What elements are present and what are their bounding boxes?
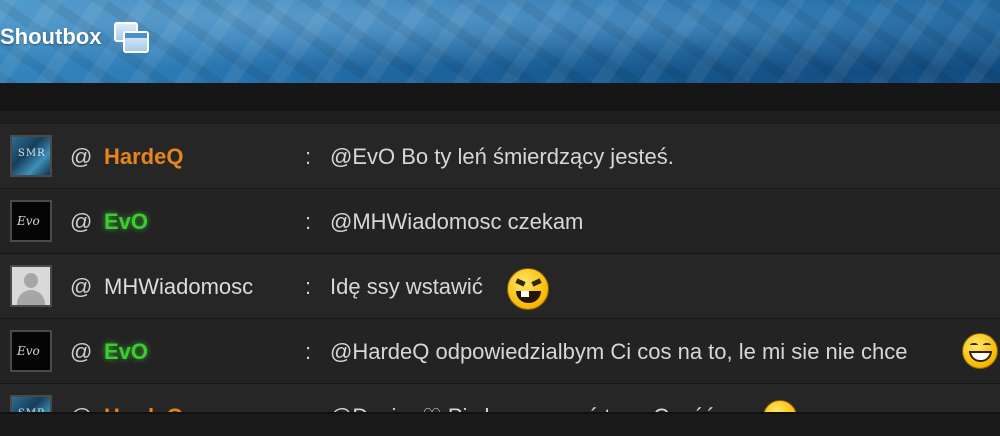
mention-button[interactable]: @ [70, 209, 92, 235]
separator: : [305, 339, 312, 364]
mention-button[interactable]: @ [70, 274, 92, 300]
separator: : [305, 404, 311, 412]
laughing-smiley-icon [962, 333, 998, 369]
message-row: @ HardeQ : @Desire ♡ Pis low ozy coś tam… [0, 384, 1000, 412]
username[interactable]: EvO [104, 209, 148, 235]
message-row: @ EvO : @HardeQ odpowiedzialbym Ci cos n… [0, 319, 1000, 384]
separator: : [305, 274, 312, 299]
mention-button[interactable]: @ [70, 144, 92, 170]
message-text: @EvO Bo ty leń śmierdzący jesteś. [330, 144, 674, 169]
username[interactable]: HardeQ [104, 404, 183, 412]
windows-icon[interactable] [114, 22, 150, 54]
username[interactable]: MHWiadomosc [104, 274, 253, 300]
divider [0, 111, 1000, 123]
message-row: @ EvO : @MHWiadomosc czekam [0, 189, 1000, 254]
shoutbox-title: Shoutbox [0, 24, 102, 49]
separator: : [305, 209, 312, 234]
evil-grin-smiley-icon [507, 268, 549, 310]
avatar[interactable] [10, 135, 52, 177]
message-row: @ MHWiadomosc : Idę ssy wstawić [0, 254, 1000, 319]
message-list[interactable]: @ HardeQ : @EvO Bo ty leń śmierdzący jes… [0, 124, 1000, 412]
shoutbox-header: Shoutbox [0, 0, 1000, 83]
message-text: @HardeQ odpowiedzialbym Ci cos na to, le… [330, 339, 908, 364]
mention-button[interactable]: @ [70, 339, 92, 365]
message-row: @ HardeQ : @EvO Bo ty leń śmierdzący jes… [0, 124, 1000, 189]
shoutbox-footer [0, 412, 1000, 436]
separator: : [305, 144, 312, 169]
message-text: Idę ssy wstawić [330, 274, 483, 299]
avatar[interactable] [10, 395, 52, 412]
username[interactable]: EvO [104, 339, 148, 365]
smiley-icon [763, 400, 797, 412]
avatar[interactable] [10, 200, 52, 242]
avatar[interactable] [10, 265, 52, 307]
username[interactable]: HardeQ [104, 144, 183, 170]
message-text: @MHWiadomosc czekam [330, 209, 584, 234]
message-text: @Desire ♡ Pis low ozy coś tam. Cześć [330, 404, 714, 412]
toolbar-strip [0, 83, 1000, 111]
avatar[interactable] [10, 330, 52, 372]
mention-button[interactable]: @ [70, 404, 92, 412]
